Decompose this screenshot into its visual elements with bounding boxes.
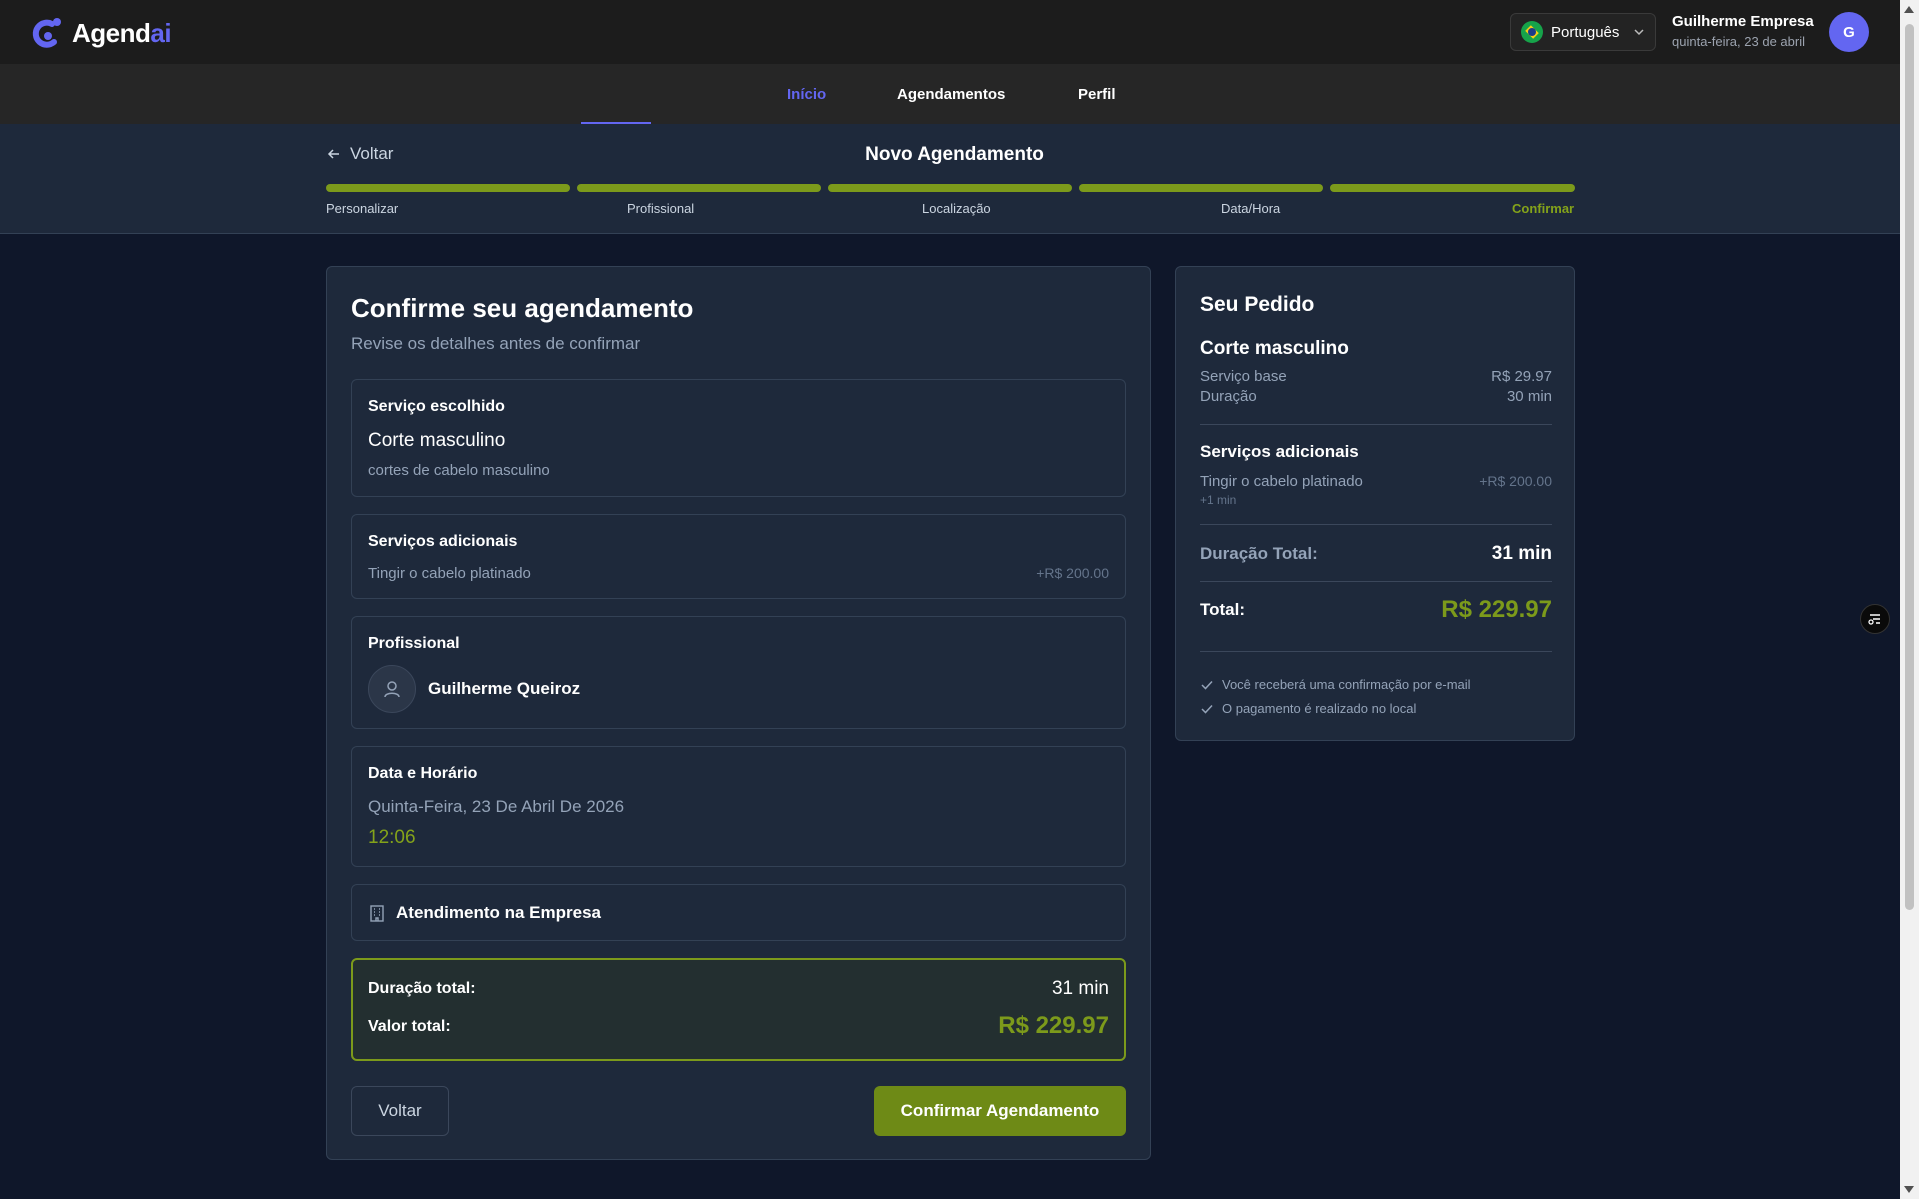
order-title: Seu Pedido [1200, 293, 1315, 316]
order-total-value: R$ 229.97 [1441, 596, 1552, 623]
order-service-name: Corte masculino [1200, 338, 1349, 359]
order-extra-row: Tingir o cabelo platinado +R$ 200.00 [1200, 473, 1552, 490]
order-extra-item: Tingir o cabelo platinado [1200, 473, 1363, 490]
confirmation-title: Confirme seu agendamento [351, 293, 694, 323]
service-box: Serviço escolhido Corte masculino cortes… [351, 379, 1126, 497]
nav-item-perfil[interactable]: Perfil [1078, 86, 1116, 103]
step-label-localizacao: Localização [922, 201, 991, 216]
nav-item-inicio[interactable]: Início [787, 86, 826, 103]
extras-box-title: Serviços adicionais [368, 533, 518, 550]
page-scrollbar[interactable] [1900, 0, 1919, 1199]
user-icon [368, 665, 416, 713]
total-value-label: Valor total: [368, 1018, 451, 1035]
confirm-appointment-button[interactable]: Confirmar Agendamento [874, 1086, 1126, 1136]
order-note-text: O pagamento é realizado no local [1222, 701, 1417, 716]
logo-text: Agendai [72, 17, 172, 48]
location-label: Atendimento na Empresa [396, 903, 601, 922]
service-description: cortes de cabelo masculino [368, 462, 550, 479]
extra-item: Tingir o cabelo platinado [368, 565, 531, 582]
appointment-time: 12:06 [368, 827, 416, 848]
brazil-flag-icon [1521, 21, 1543, 43]
order-base-value: R$ 29.97 [1491, 368, 1552, 385]
order-duration-label: Duração [1200, 388, 1257, 405]
order-summary: Seu Pedido Corte masculino Serviço base … [1175, 266, 1575, 741]
professional-name: Guilherme Queiroz [428, 679, 581, 698]
appointment-date: Quinta-Feira, 23 De Abril De 2026 [368, 797, 625, 816]
order-note: O pagamento é realizado no local [1200, 701, 1416, 716]
order-extras-title: Serviços adicionais [1200, 442, 1359, 461]
service-box-title: Serviço escolhido [368, 398, 505, 415]
scroll-up-icon[interactable] [1904, 6, 1914, 13]
logo[interactable]: Agendai [30, 16, 172, 50]
order-note-text: Você receberá uma confirmação por e-mail [1222, 677, 1471, 692]
order-total-duration-value: 31 min [1491, 543, 1552, 564]
building-icon [370, 905, 384, 922]
scroll-down-icon[interactable] [1904, 1186, 1914, 1193]
divider [1200, 424, 1552, 425]
divider [1200, 524, 1552, 525]
nav-item-agendamentos[interactable]: Agendamentos [897, 86, 1005, 103]
back-button[interactable]: Voltar [351, 1086, 449, 1136]
check-icon [1201, 680, 1213, 690]
step-label-personalizar: Personalizar [326, 201, 399, 216]
scroll-thumb[interactable] [1905, 24, 1914, 910]
step-progress-3 [828, 184, 1072, 192]
step-header: Voltar Novo Agendamento Personalizar Pro… [0, 124, 1900, 234]
order-note: Você receberá uma confirmação por e-mail [1200, 677, 1471, 692]
page-title: Novo Agendamento [865, 144, 1044, 165]
datetime-box: Data e Horário Quinta-Feira, 23 De Abril… [351, 746, 1126, 867]
extra-price: +R$ 200.00 [1036, 565, 1109, 581]
step-progress-2 [577, 184, 821, 192]
confirmation-subtitle: Revise os detalhes antes de confirmar [351, 334, 641, 353]
chevron-down-icon [1634, 29, 1644, 36]
order-total-duration-label: Duração Total: [1200, 544, 1318, 563]
order-duration-row: Duração 30 min [1200, 388, 1552, 405]
user-date: quinta-feira, 23 de abril [1672, 34, 1805, 49]
service-name: Corte masculino [368, 430, 506, 451]
user-name: Guilherme Empresa [1672, 13, 1814, 30]
order-base-label: Serviço base [1200, 368, 1287, 385]
check-icon [1201, 704, 1213, 714]
menu-filter-icon [1868, 614, 1880, 625]
step-progress-5 [1330, 184, 1575, 192]
step-progress-4 [1079, 184, 1323, 192]
logo-icon [32, 18, 61, 48]
top-bar: Agendai Português Guilherme Empresa quin… [0, 0, 1900, 64]
professional-box-title: Profissional [368, 635, 460, 652]
professional-box: Profissional Guilherme Queiroz [351, 616, 1126, 729]
main-nav: Início Agendamentos Perfil [0, 64, 1900, 124]
order-base-row: Serviço base R$ 29.97 [1200, 368, 1552, 385]
total-duration-value: 31 min [1051, 978, 1109, 999]
user-info: Guilherme Empresa quinta-feira, 23 de ab… [1672, 13, 1814, 49]
step-label-confirmar: Confirmar [1512, 201, 1575, 216]
total-value: R$ 229.97 [998, 1012, 1109, 1039]
divider [1200, 581, 1552, 582]
order-total-duration-row: Duração Total: 31 min [1200, 543, 1552, 565]
order-total-label: Total: [1200, 600, 1246, 619]
order-duration-value: 30 min [1506, 388, 1552, 405]
datetime-box-title: Data e Horário [368, 765, 478, 782]
step-label-profissional: Profissional [627, 201, 695, 216]
language-label: Português [1551, 23, 1620, 41]
divider [1200, 651, 1552, 652]
floating-menu-button[interactable] [1860, 604, 1890, 634]
order-total-row: Total: R$ 229.97 [1200, 596, 1552, 624]
language-selector[interactable]: Português [1510, 13, 1656, 51]
order-extra-price: +R$ 200.00 [1479, 473, 1552, 489]
order-extra-duration: +1 min [1200, 493, 1237, 507]
avatar[interactable]: G [1829, 12, 1869, 52]
confirmation-card: Confirme seu agendamento Revise os detal… [326, 266, 1151, 1160]
step-progress-1 [326, 184, 570, 192]
total-duration-label: Duração total: [368, 980, 476, 997]
extras-box: Serviços adicionais Tingir o cabelo plat… [351, 514, 1126, 599]
step-label-data-hora: Data/Hora [1221, 201, 1281, 216]
totals-box: Duração total: 31 min Valor total: R$ 22… [351, 958, 1126, 1061]
location-box: Atendimento na Empresa [351, 884, 1126, 941]
